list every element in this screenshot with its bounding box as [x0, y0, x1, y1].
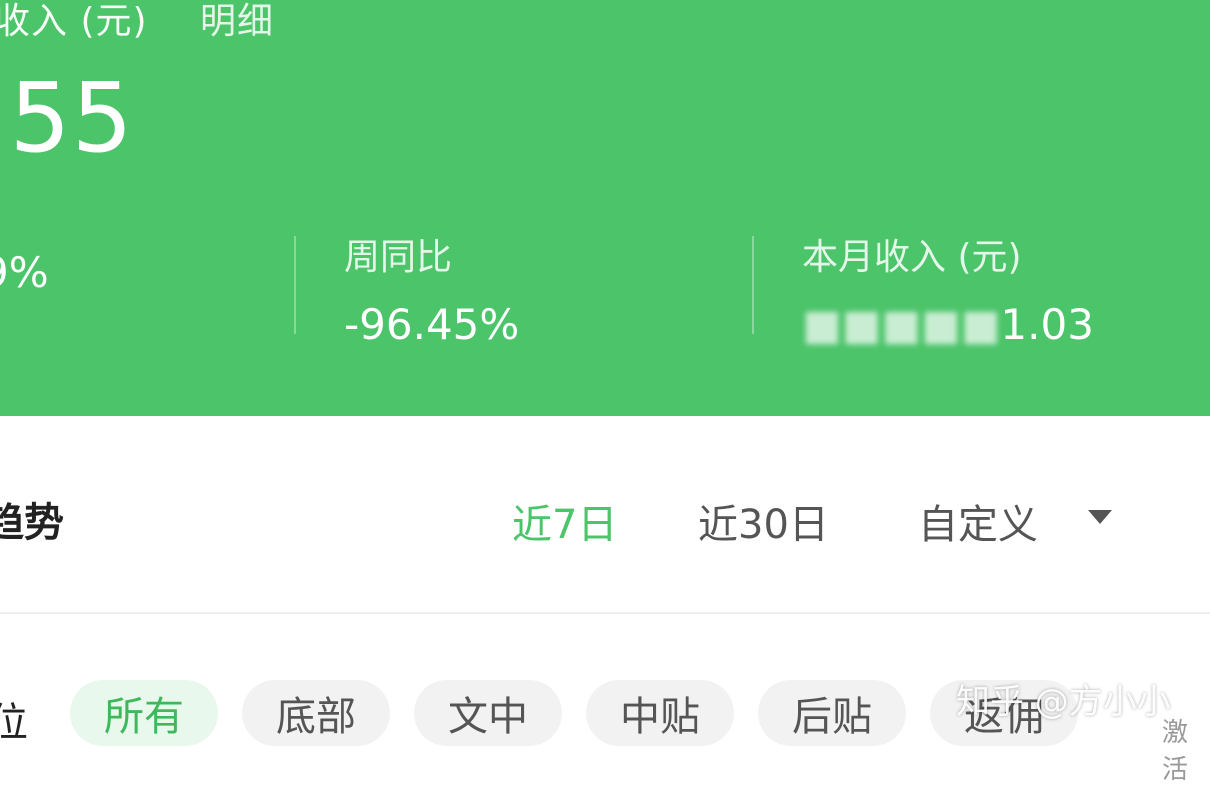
filter-chip-all[interactable]: 所有 — [70, 680, 218, 746]
range-30-days-tab[interactable]: 近30日 — [698, 492, 829, 550]
stat-left: 9% — [0, 228, 49, 297]
chevron-down-icon[interactable] — [1088, 510, 1112, 524]
detail-link[interactable]: 明细 — [200, 1, 274, 42]
trend-header: 趋势 近7日 近30日 自定义 — [0, 470, 1210, 570]
blurred-amount: ■■■■■ — [802, 300, 1001, 349]
stat-weekly-yoy: 周同比 -96.45% — [344, 228, 519, 349]
stat-monthly-income: 本月收入 (元) ■■■■■1.03 — [802, 228, 1094, 349]
range-custom-tab[interactable]: 自定义 — [918, 492, 1038, 550]
income-header-panel: 收入 (元) 明细 .55 9% 周同比 -96.45% 本月收入 (元) ■■… — [0, 0, 1210, 416]
monthly-income-visible-digits: 1.03 — [1000, 300, 1094, 349]
monthly-income-value: ■■■■■1.03 — [802, 300, 1094, 349]
filter-chip-mid-post[interactable]: 中贴 — [586, 680, 734, 746]
watermark-text: 知乎 @方小小 — [956, 682, 1171, 722]
income-amount: .55 — [0, 62, 134, 174]
filter-label: 位 — [0, 700, 28, 746]
header-title-row: 收入 (元) 明细 — [0, 0, 274, 44]
income-title: 收入 (元) — [0, 1, 148, 42]
trend-title: 趋势 — [0, 500, 64, 546]
filter-chip-post-end[interactable]: 后贴 — [758, 680, 906, 746]
weekly-yoy-value: -96.45% — [344, 300, 520, 349]
filter-chip-in-text[interactable]: 文中 — [414, 680, 562, 746]
section-divider — [0, 612, 1210, 614]
stat-left-value: 9% — [0, 248, 49, 297]
range-7-days-tab[interactable]: 近7日 — [512, 492, 617, 550]
filter-chip-bottom[interactable]: 底部 — [242, 680, 390, 746]
stat-divider — [752, 236, 754, 334]
stat-divider — [294, 236, 296, 334]
corner-watermark: 激活 — [1162, 718, 1189, 785]
monthly-income-label: 本月收入 (元) — [802, 237, 1022, 278]
weekly-yoy-label: 周同比 — [344, 237, 453, 278]
